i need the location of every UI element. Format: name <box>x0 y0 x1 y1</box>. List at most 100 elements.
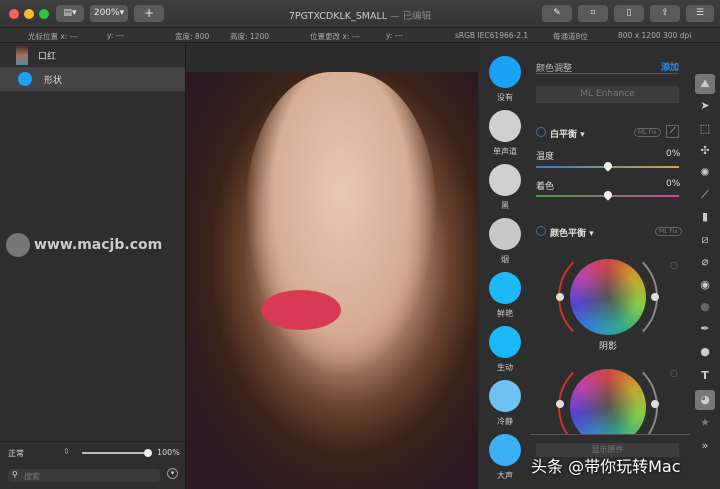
preset-item[interactable]: 生动 <box>488 326 522 373</box>
search-placeholder: 搜索 <box>24 472 40 481</box>
pen-tool-icon[interactable]: ✒ <box>697 321 713 337</box>
clone-tool-icon[interactable]: ◉ <box>697 277 713 293</box>
preset-swatch <box>489 380 521 412</box>
preset-label: 鲜艳 <box>497 309 513 318</box>
bit-depth: 每通道8位 <box>553 32 588 41</box>
preset-swatch <box>489 164 521 196</box>
opacity-knob[interactable] <box>144 449 152 457</box>
paint-bucket-tool-icon[interactable]: ▮ <box>697 209 713 225</box>
cb-section[interactable]: 颜色平衡 ▾ <box>550 226 594 239</box>
ml-enhance-button[interactable]: ML Enhance <box>536 86 679 103</box>
brush-icon[interactable]: ✎ <box>542 5 572 22</box>
share-icon[interactable]: ⇪ <box>650 5 680 22</box>
retouch-tool-icon[interactable]: ✺ <box>697 165 713 181</box>
tint-knob[interactable] <box>602 189 614 201</box>
opacity-value: 100% <box>157 448 180 457</box>
preset-item[interactable]: 鲜艳 <box>488 272 522 319</box>
midtones-right-knob[interactable] <box>651 400 659 408</box>
text-tool-icon[interactable]: T <box>697 368 713 384</box>
blur-tool-icon[interactable]: ● <box>697 299 713 315</box>
cursor-x: 光标位置 x: --- <box>28 32 78 41</box>
preset-item[interactable]: 烟 <box>488 218 522 265</box>
lasso-tool-icon[interactable]: ✣ <box>697 143 713 159</box>
temperature-label: 温度 <box>536 152 555 162</box>
shape-icon <box>18 72 32 86</box>
crop-icon[interactable]: ⌗ <box>578 5 608 22</box>
shadows-label: 阴影 <box>599 342 618 352</box>
image-size: 800 x 1200 300 dpi <box>618 31 692 40</box>
more-tools-icon[interactable]: » <box>697 438 713 454</box>
shadows-right-knob[interactable] <box>651 293 659 301</box>
color-balance-tool-icon[interactable]: ◕ <box>695 390 715 410</box>
preset-swatch <box>489 56 521 88</box>
effects-tool-icon[interactable]: ★ <box>697 415 713 431</box>
tint-label: 着色 <box>536 182 555 192</box>
cb-ml-fix-button[interactable]: ML Fix <box>655 227 682 236</box>
wb-label: 白平衡 <box>550 130 578 140</box>
midtones-left-knob[interactable] <box>556 400 564 408</box>
preset-label: 冷静 <box>497 417 513 426</box>
preset-swatch <box>489 110 521 142</box>
wb-section[interactable]: 白平衡 ▾ <box>550 127 585 140</box>
divider <box>536 73 679 74</box>
pos-x: 位置更改 x: --- <box>310 32 360 41</box>
wb-toggle[interactable] <box>536 127 546 137</box>
selection-tool-icon[interactable]: ⬚ <box>697 121 713 137</box>
search-input[interactable]: ⚲ 搜索 <box>8 469 160 482</box>
document-icon[interactable]: ▯ <box>614 5 644 22</box>
layer-item[interactable]: 形状 <box>0 67 185 91</box>
preset-swatch <box>489 272 521 304</box>
watermark-text: www.macjb.com <box>34 237 163 253</box>
eraser-tool-icon[interactable]: ⧄ <box>697 232 713 248</box>
reset-icon[interactable]: ○ <box>670 261 678 271</box>
temperature-slider[interactable] <box>536 160 679 172</box>
preset-label: 黑 <box>501 201 509 210</box>
preset-item[interactable]: 没有 <box>488 56 522 103</box>
filter-icon[interactable]: ▾ <box>167 468 178 479</box>
preset-swatch <box>489 326 521 358</box>
preset-item[interactable]: 单声道 <box>488 110 522 157</box>
preset-label: 大声 <box>497 471 513 480</box>
preset-label: 单声道 <box>493 147 517 156</box>
wb-ml-fix-button[interactable]: ML Fix <box>634 128 661 137</box>
search-icon: ⚲ <box>12 470 18 479</box>
layer-thumbnail <box>16 45 28 65</box>
info-bar: 光标位置 x: --- y: --- 宽度: 800 高度: 1200 位置更改… <box>0 28 720 43</box>
shadows-color-wheel[interactable] <box>570 259 646 335</box>
temperature-value: 0% <box>666 149 681 159</box>
eyedropper-icon[interactable]: ⟋ <box>666 125 679 138</box>
tint-slider[interactable] <box>536 189 679 201</box>
layer-item[interactable]: 口红 <box>0 43 185 67</box>
blend-mode-select[interactable]: 正常 <box>8 448 24 459</box>
doc-status: — 已编辑 <box>390 11 432 22</box>
arrow-tool-icon[interactable]: ➤ <box>697 98 713 114</box>
cursor-y: y: --- <box>107 31 124 40</box>
preset-item[interactable]: 黑 <box>488 164 522 211</box>
shape-tool-icon[interactable]: ● <box>697 344 713 360</box>
add-adjustment-button[interactable]: 添加 <box>661 60 679 73</box>
preset-item[interactable]: 冷静 <box>488 380 522 427</box>
title-bar: ▤▾ 200%▾ + 7PGTXCDKLK_SMALL — 已编辑 ✎ ⌗ ▯ … <box>0 0 720 28</box>
adjustments-panel: 颜色调整 添加 ML Enhance 白平衡 ▾ ML Fix ⟋ 温度 0% … <box>530 43 690 489</box>
watermark-logo-icon <box>6 233 30 257</box>
doc-name: 7PGTXCDKLK_SMALL <box>288 11 388 22</box>
shadows-left-knob[interactable] <box>556 293 564 301</box>
preset-label: 烟 <box>501 255 509 264</box>
reset-icon[interactable]: ○ <box>670 369 678 379</box>
preset-label: 没有 <box>497 93 513 102</box>
color-profile: sRGB IEC61966-2.1 <box>455 31 529 40</box>
paintbrush-tool-icon[interactable]: ⟋ <box>697 187 713 203</box>
watermark-site: www.macjb.com <box>6 233 186 257</box>
cb-toggle[interactable] <box>536 226 546 236</box>
temperature-knob[interactable] <box>602 160 614 172</box>
preset-swatch <box>489 218 521 250</box>
blend-stepper-icon[interactable]: ⇕ <box>63 447 70 456</box>
opacity-slider[interactable] <box>82 449 152 457</box>
adjust-icon[interactable]: ☰ <box>686 5 714 22</box>
preset-item[interactable]: 大声 <box>488 434 522 481</box>
image-canvas[interactable] <box>186 72 478 489</box>
presets-panel: 没有单声道黑烟鲜艳生动冷静大声 <box>480 43 530 489</box>
layer-label: 口红 <box>38 52 57 62</box>
eraser-tool-icon-2[interactable]: ⌀ <box>697 254 713 270</box>
color-adjust-tool-icon[interactable]: ⛰ <box>695 74 715 94</box>
